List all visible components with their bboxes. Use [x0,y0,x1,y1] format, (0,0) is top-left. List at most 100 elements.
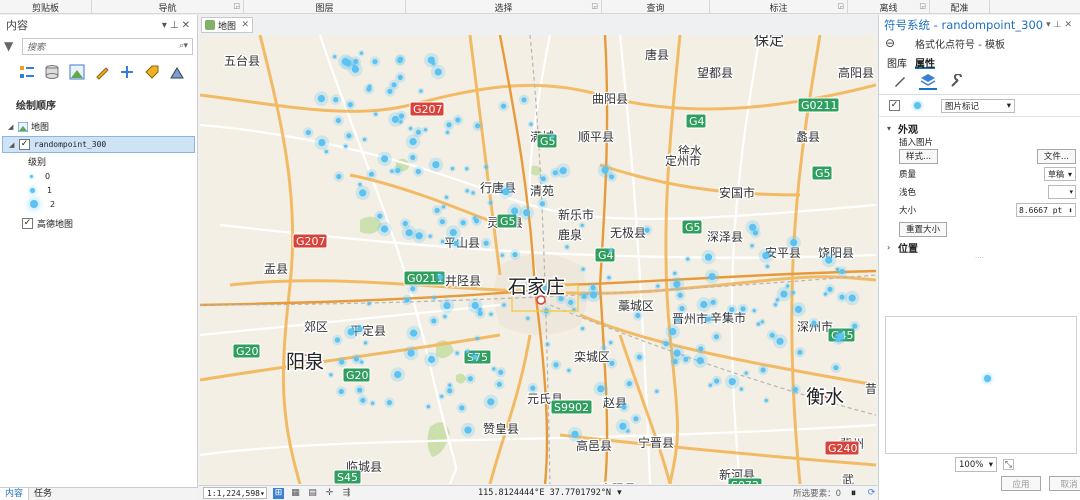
random-point[interactable] [744,371,748,375]
symbol-layer-checkbox[interactable]: ✓ [889,100,900,111]
random-point[interactable] [780,290,788,298]
random-point[interactable] [407,349,415,357]
random-point[interactable] [765,264,770,268]
random-point[interactable] [792,386,799,393]
back-arrow-icon[interactable]: ⊖ [885,36,915,50]
random-point[interactable] [447,388,453,394]
random-point[interactable] [581,327,585,331]
random-point[interactable] [360,397,366,403]
pin-icon[interactable]: ⊥ [1054,20,1065,30]
random-point[interactable] [440,394,444,398]
random-point[interactable] [335,117,341,124]
random-point[interactable] [827,286,833,292]
random-point[interactable] [471,301,479,310]
rotate-icon[interactable]: ✛ [324,488,335,499]
random-point[interactable] [446,122,452,128]
legend-class-2[interactable]: 2 [0,197,197,211]
random-point[interactable] [432,296,436,300]
random-point[interactable] [644,227,650,233]
close-icon[interactable]: ✕ [1064,20,1075,30]
random-point[interactable] [455,351,459,355]
random-point[interactable] [431,62,436,66]
random-point[interactable] [455,117,461,123]
random-point[interactable] [377,213,383,219]
random-point[interactable] [797,349,803,355]
random-point[interactable] [526,316,530,320]
random-point[interactable] [431,318,437,324]
random-point[interactable] [347,102,353,108]
random-point[interactable] [811,320,817,326]
random-point[interactable] [502,188,510,196]
random-point[interactable] [391,115,399,124]
random-point[interactable] [609,360,615,366]
close-icon[interactable]: ✕ [241,20,249,30]
random-point[interactable] [317,95,325,103]
list-by-selection-icon[interactable] [68,63,86,81]
random-point[interactable] [404,297,410,303]
random-point[interactable] [410,154,416,161]
snapping-icon[interactable]: ⇶ [341,488,352,499]
random-point[interactable] [498,369,504,375]
tree-item-basemap[interactable]: ✓ 高德地图 [0,215,197,232]
random-point[interactable] [444,195,449,199]
random-point[interactable] [713,334,720,340]
random-point[interactable] [368,171,375,177]
random-point[interactable] [529,122,533,126]
random-point[interactable] [559,167,567,175]
list-by-labeling-icon[interactable] [143,63,161,81]
random-point[interactable] [601,166,609,174]
random-point[interactable] [656,284,660,288]
random-point[interactable] [441,240,445,244]
cancel-button[interactable]: 取消 [1049,476,1080,491]
layer-visibility-checkbox[interactable]: ✓ [22,218,33,229]
list-by-editing-icon[interactable] [93,63,111,81]
random-point[interactable] [833,365,839,371]
random-point[interactable] [696,357,704,365]
random-point[interactable] [597,385,605,393]
random-point[interactable] [439,219,445,225]
close-icon[interactable]: ✕ [182,20,193,31]
random-point[interactable] [423,128,428,132]
random-point[interactable] [740,306,746,312]
list-by-drawing-order-icon[interactable] [18,63,36,81]
random-point[interactable] [387,88,393,94]
random-point[interactable] [760,320,765,324]
random-point[interactable] [567,368,571,372]
random-point[interactable] [539,201,545,207]
random-point[interactable] [358,182,362,187]
random-point[interactable] [450,167,455,171]
random-point[interactable] [432,161,440,169]
random-point[interactable] [448,383,452,387]
random-point[interactable] [371,401,375,405]
random-point[interactable] [496,381,502,387]
random-point[interactable] [415,232,423,240]
random-point[interactable] [471,191,475,195]
random-point[interactable] [402,220,408,227]
random-point[interactable] [679,305,685,312]
random-point[interactable] [571,430,579,438]
random-point[interactable] [443,314,447,319]
random-point[interactable] [655,389,659,393]
symbol-layer-row[interactable]: ✓ 图片标记 ▾ [879,95,1080,117]
random-point[interactable] [663,341,669,347]
random-point[interactable] [443,302,451,310]
random-point[interactable] [459,405,465,411]
random-point[interactable] [581,267,585,271]
random-point[interactable] [565,245,569,249]
list-by-snapping-icon[interactable] [118,63,136,81]
reset-size-button[interactable]: 重置大小 [899,221,948,237]
map-canvas[interactable]: 保定五台县唐县望都县高阳县曲阳县顺平县满城徐水清苑蠡县行唐县定州市安国市新乐市灵… [200,35,876,484]
random-point[interactable] [546,342,550,346]
filter-icon[interactable]: ▼ [4,39,18,53]
random-point[interactable] [363,137,367,142]
random-point[interactable] [581,293,587,299]
collapse-triangle-icon[interactable]: ◢ [8,123,18,131]
quality-select[interactable]: 草稿 ▾ [1043,167,1076,181]
random-point[interactable] [434,207,440,213]
tab-properties[interactable]: 属性 [915,55,935,70]
random-point[interactable] [410,286,416,292]
random-point[interactable] [426,405,430,409]
random-point[interactable] [460,220,466,226]
random-point[interactable] [790,239,798,247]
random-point[interactable] [386,400,392,406]
